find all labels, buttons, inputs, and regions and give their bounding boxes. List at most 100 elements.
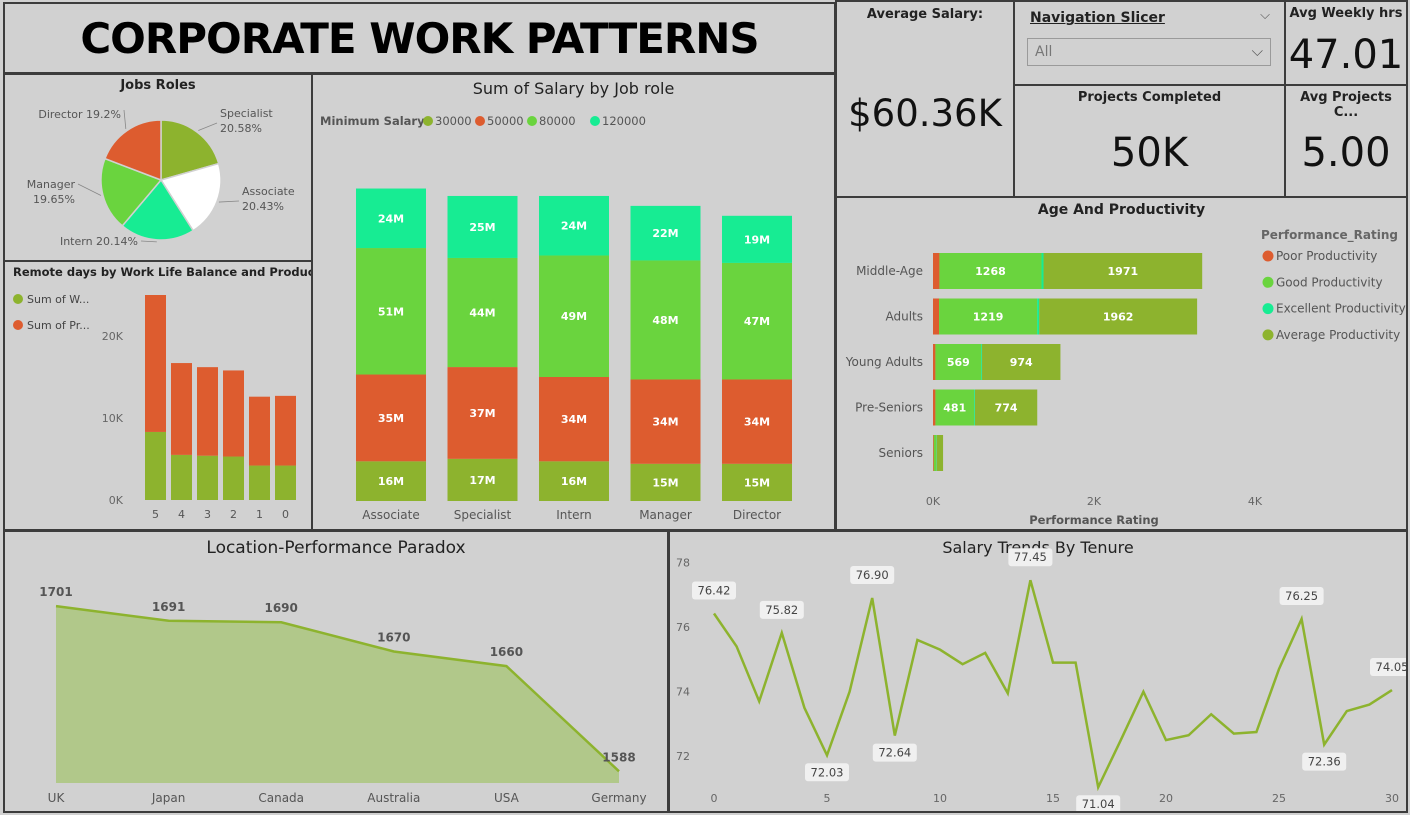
salary-data-label: 48M — [652, 314, 678, 327]
remote-days-chart[interactable]: Sum of W... Sum of Pr... 0K 10K 20K 5 4 3 2 1 0 — [5, 262, 311, 529]
jobs-roles-pie[interactable]: Specialist 20.58% Associate 20.43% Intern 20… — [5, 75, 311, 260]
x-tick-label: 5 — [824, 792, 831, 805]
x-tick-label: 0K — [926, 495, 941, 508]
age-data-label: 1268 — [975, 265, 1006, 278]
x-tick-label: 1 — [256, 508, 263, 521]
legend-dot — [13, 320, 23, 330]
jobs-roles-panel: Jobs Roles Specialist 20.58% Associate 20.4… — [3, 73, 313, 262]
data-label: 76.42 — [698, 583, 731, 597]
slicer-dropdown[interactable]: All ⌵ — [1027, 38, 1271, 66]
y-tick-label: Middle-Age — [856, 264, 923, 278]
pie-pct-associate: 20.43% — [242, 200, 284, 213]
avg-projects-card: Avg Projects C... 5.00 — [1284, 84, 1408, 198]
legend-dot — [1262, 329, 1274, 341]
age-bar-segment[interactable] — [933, 253, 940, 289]
data-label: 72.03 — [811, 765, 844, 779]
y-tick-label: 10K — [102, 412, 124, 425]
legend-dot — [423, 116, 433, 126]
data-label: 76.25 — [1285, 589, 1318, 603]
age-data-label: 481 — [943, 402, 966, 415]
navigation-slicer: Navigation Slicer ⌵ All ⌵ — [1013, 0, 1286, 86]
tenure-panel: Salary Trends By Tenure 72 74 76 78 0 5 10 15 20… — [668, 530, 1408, 813]
y-tick-label: 20K — [102, 330, 124, 343]
remote-bar-segment[interactable] — [171, 454, 192, 500]
legend-dot — [590, 116, 600, 126]
age-data-label: 1971 — [1108, 265, 1139, 278]
legend-dot — [1262, 276, 1274, 288]
age-data-label: 1962 — [1103, 311, 1134, 324]
remote-bar-segment[interactable] — [145, 295, 166, 432]
avg-salary-value: $60.36K — [848, 92, 1002, 135]
page-title: CORPORATE WORK PATTERNS — [80, 14, 759, 63]
remote-bar-segment[interactable] — [275, 465, 296, 500]
pie-leader-line — [198, 122, 218, 131]
age-bar-segment[interactable] — [933, 298, 940, 335]
x-tick-label: 0 — [282, 508, 289, 521]
slicer-selected-value: All — [1035, 44, 1053, 60]
x-tick-label: UK — [48, 791, 66, 805]
y-tick-label: Young Adults — [845, 355, 923, 369]
location-chart[interactable]: UK 1701 Japan 1691 Canada 1690 Australia 1670 US… — [5, 532, 667, 811]
remote-bar-segment[interactable] — [223, 370, 244, 457]
salary-role-chart[interactable]: Minimum Salary 30000 50000 80000 120000 16M 35… — [313, 75, 834, 529]
remote-bar-segment[interactable] — [197, 455, 218, 500]
salary-data-label: 22M — [652, 227, 678, 240]
legend-dot — [527, 116, 537, 126]
x-axis-title: Performance Rating — [1029, 513, 1159, 527]
age-productivity-chart[interactable]: Middle-Age 1268 1971 Adults 1219 1962 Young Ad… — [837, 198, 1406, 529]
age-data-label: 774 — [995, 402, 1018, 415]
x-tick-label: 3 — [204, 508, 211, 521]
legend-title: Minimum Salary — [320, 114, 425, 128]
salary-role-panel: Sum of Salary by Job role Minimum Salary… — [311, 73, 836, 531]
pie-leader-line — [218, 200, 240, 203]
legend-label: Excellent Productivity — [1276, 302, 1406, 316]
slicer-collapse-icon[interactable]: ⌵ — [1260, 8, 1270, 23]
age-bar-segment[interactable] — [933, 435, 937, 471]
chevron-down-icon: ⌵ — [1251, 42, 1263, 60]
x-tick-label: Japan — [151, 791, 185, 805]
age-bar-segment[interactable] — [933, 344, 936, 380]
pie-label-intern: Intern 20.14% — [60, 235, 138, 248]
age-bar-segment[interactable] — [936, 435, 944, 471]
avg-salary-label: Average Salary: — [866, 7, 984, 22]
x-tick-label: 4 — [178, 508, 185, 521]
avg-weekly-card: Avg Weekly hrs 47.01 — [1284, 0, 1408, 86]
age-bar-segment[interactable] — [981, 344, 983, 380]
salary-data-label: 35M — [378, 412, 404, 425]
x-tick-label: 25 — [1272, 792, 1286, 805]
x-tick-label: 2 — [230, 508, 237, 521]
remote-bar-segment[interactable] — [197, 367, 218, 456]
remote-bar-segment[interactable] — [171, 363, 192, 455]
data-label: 75.82 — [765, 603, 798, 617]
avg-salary-card: Average Salary: $60.36K — [835, 0, 1015, 198]
y-tick-label: Adults — [885, 310, 923, 324]
x-tick-label: 4K — [1248, 495, 1263, 508]
salary-data-label: 15M — [652, 476, 678, 489]
age-bar-segment[interactable] — [974, 389, 975, 426]
pie-label-manager: Manager — [27, 178, 76, 191]
x-tick-label: Australia — [367, 791, 420, 805]
remote-bar-segment[interactable] — [145, 431, 166, 500]
remote-bar-segment[interactable] — [249, 396, 270, 466]
x-tick-label: Director — [733, 508, 781, 522]
data-label: 1701 — [39, 585, 72, 599]
remote-bar-segment[interactable] — [249, 465, 270, 500]
x-tick-label: Canada — [258, 791, 304, 805]
remote-bar-segment[interactable] — [223, 456, 244, 500]
pie-label-associate: Associate — [242, 185, 295, 198]
salary-data-label: 34M — [652, 416, 678, 429]
legend-label: 80000 — [539, 114, 576, 128]
x-tick-label: Germany — [591, 791, 646, 805]
age-bar-segment[interactable] — [933, 435, 934, 471]
tenure-chart[interactable]: 72 74 76 78 0 5 10 15 20 25 30 76.42 75.82 72.03 76.90… — [670, 532, 1406, 811]
avg-weekly-label: Avg Weekly hrs — [1289, 6, 1403, 21]
age-bar-segment[interactable] — [933, 389, 936, 426]
remote-bar-segment[interactable] — [275, 395, 296, 466]
legend-label: 30000 — [435, 114, 472, 128]
age-data-label: 569 — [947, 356, 970, 369]
y-tick-label: 74 — [676, 686, 690, 699]
data-label: 1660 — [490, 645, 523, 659]
age-bar-segment[interactable] — [1037, 298, 1040, 335]
age-bar-segment[interactable] — [1041, 253, 1044, 289]
x-tick-label: Associate — [362, 508, 419, 522]
